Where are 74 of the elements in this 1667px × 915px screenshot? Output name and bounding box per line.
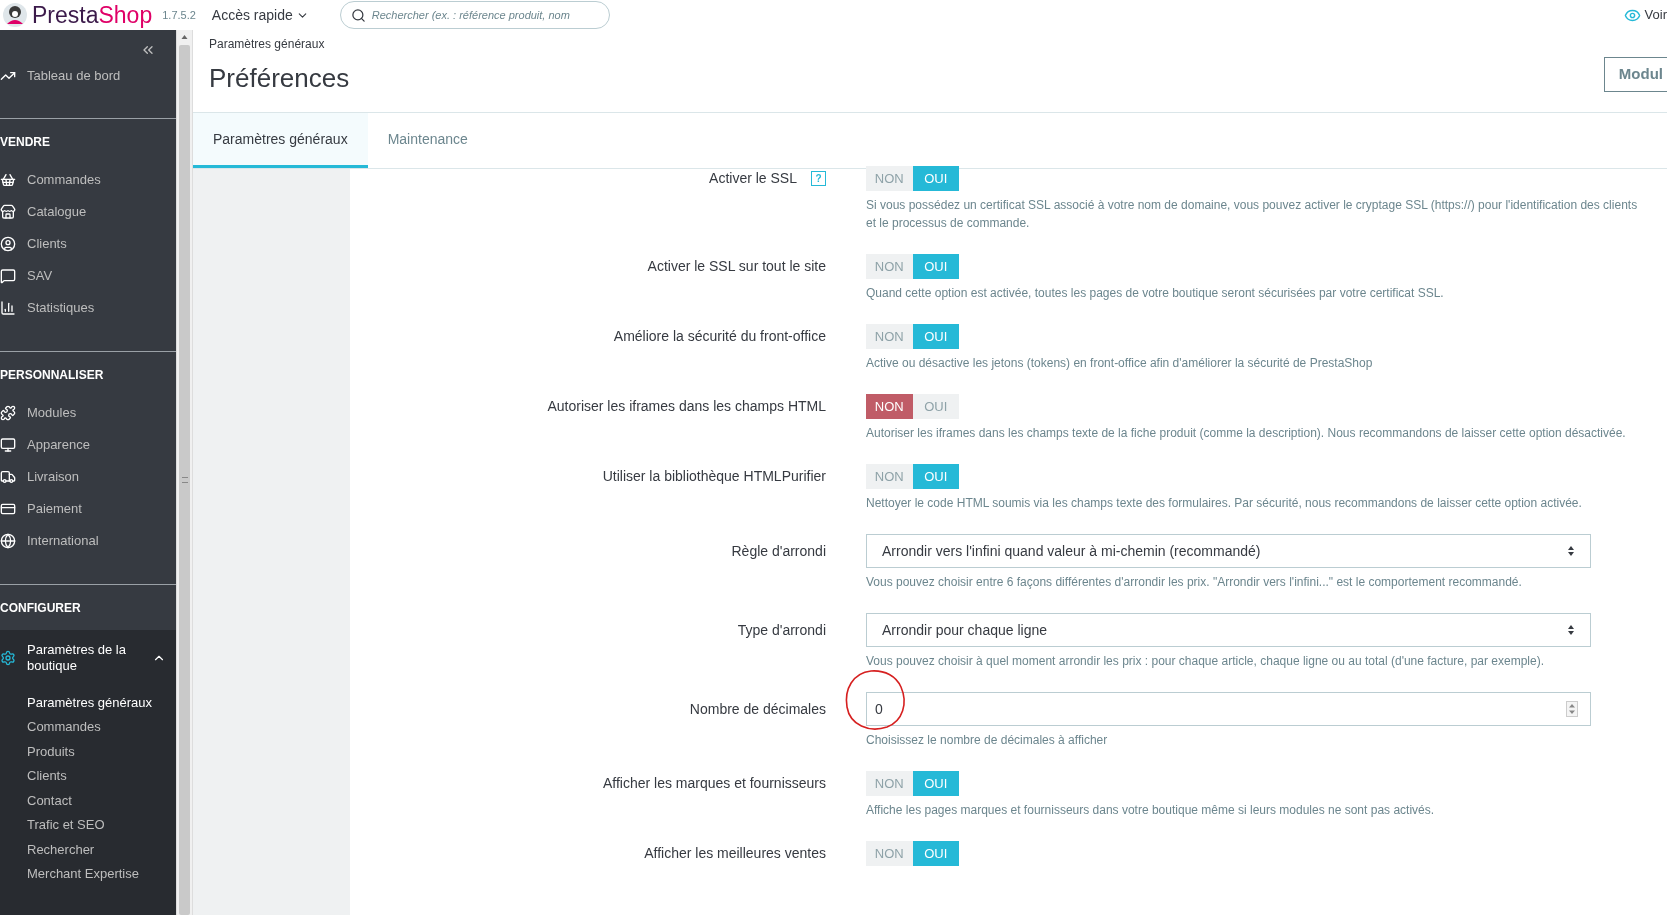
search-icon [350,7,366,23]
scroll-up-icon[interactable] [180,33,189,41]
section-title: CONFIGURER [0,599,82,617]
help-text: Active ou désactive les jetons (tokens) en front-office afin d'améliorer la sécurité de PrestaShop [866,355,1374,372]
logo[interactable]: PrestaShop [32,3,153,27]
submenu-item[interactable]: Rechercher [0,837,176,862]
sidebar-item[interactable]: Paiement [0,493,176,525]
sort-icon [1567,545,1575,557]
sidebar-item[interactable]: Paramètres de la boutique [0,630,176,686]
tab[interactable]: Maintenance [367,113,488,168]
section-title: VENDRE [0,133,51,151]
field-label: Afficher les meilleures ventes [644,844,826,863]
field-label: Afficher les marques et fournisseurs [602,774,826,793]
stepper-icon[interactable] [1566,701,1578,717]
sidebar-item[interactable]: Tableau de bord [0,60,176,92]
gear-icon [0,650,16,666]
quick-access-menu[interactable]: Accès rapide [211,4,309,26]
field-label: Nombre de décimales [689,699,826,719]
tab[interactable]: Paramètres généraux [193,113,368,168]
select-field[interactable]: Arrondir pour chaque ligne [866,613,1591,647]
field-label: Autoriser les iframes dans les champs HTML [547,397,826,416]
user-icon [0,236,16,252]
sidebar-item[interactable]: Modules [0,397,176,429]
card-icon [0,501,16,517]
help-text: Vous pouvez choisir à quel moment arrondir les prix : pour chaque article, chaque ligne ou au total (d'une facture, par exemple). [866,653,1545,670]
sidebar-item[interactable]: Statistiques [0,292,176,324]
sidebar-item[interactable]: Apparence [0,429,176,461]
help-text: Si vous possédez un certificat SSL associé à votre nom de domaine, vous pouvez activer le cryptage SSL (https://) pour l'identification des clients et le processus de commande. [866,197,1639,232]
submenu-item[interactable]: Clients [0,763,176,788]
version-label: 1.7.5.2 [162,7,196,23]
number-field[interactable]: 0 [866,692,1591,726]
search-input[interactable]: Rechercher (ex. : référence produit, nom [371,6,599,24]
field-label: Type d'arrondi [737,620,826,640]
submenu-item[interactable]: Trafic et SEO [0,812,176,837]
submenu-item[interactable]: Commandes [0,714,176,739]
sidebar-item[interactable]: International [0,525,176,557]
help-text: Quand cette option est activée, toutes les pages de votre boutique seront sécurisées par votre certificat SSL. [866,285,1445,302]
submenu-item[interactable]: Produits [0,739,176,764]
section-title: PERSONNALISER [0,366,105,384]
toggle-switch[interactable]: NON OUI [866,394,959,419]
help-text: Affiche les pages marques et fournisseurs dans votre boutique même si leurs modules ne sont pas activés. [866,802,1436,819]
field-label: Règle d'arrondi [731,541,826,561]
view-shop-link[interactable]: Voir [1644,5,1667,25]
puzzle-icon [0,405,16,421]
sort-icon [1567,624,1575,636]
field-label: Utiliser la bibliothèque HTMLPurifier [602,467,826,486]
select-field[interactable]: Arrondir vers l'infini quand valeur à mi-chemin (recommandé) [866,534,1591,568]
basket-icon [0,172,16,188]
switch-option[interactable]: NON [866,394,913,419]
modules-button[interactable]: Modul [1603,57,1667,92]
help-text: Nettoyer le code HTML soumis via les champs texte des formulaires. Par sécurité, nous recommandons de laisser cette option activée. [866,495,1583,512]
sidebar-item[interactable]: Livraison [0,461,176,493]
help-text: Autoriser les iframes dans les champs texte de la fiche produit (comme la description). Nous recommandons de laisser cette option désactivée. [866,425,1627,442]
sidebar-item[interactable]: Commandes [0,164,176,196]
scrollbar[interactable] [176,30,193,915]
help-text: Choisissez le nombre de décimales à afficher [866,732,1109,749]
submenu-item[interactable]: Paramètres généraux [0,690,176,715]
bar-chart-icon [0,300,16,316]
sidebar-item[interactable]: Clients [0,228,176,260]
submenu-item[interactable]: Merchant Expertise [0,861,176,886]
truck-icon [0,469,16,485]
chat-icon [0,268,16,284]
store-icon [0,204,16,220]
sidebar-item[interactable]: Catalogue [0,196,176,228]
field-label: Améliore la sécurité du front-office [613,327,826,346]
submenu-item[interactable]: Contact [0,788,176,813]
page-title: Préférences [209,62,350,95]
help-text: Vous pouvez choisir entre 6 façons différentes d'arrondir les prix. "Arrondir vers l'infini..." est le comportement recommandé. [866,574,1523,591]
breadcrumb[interactable]: Paramètres généraux [209,35,350,53]
sidebar-item[interactable]: SAV [0,260,176,292]
monitor-icon [0,437,16,453]
field-label: Activer le SSL [709,169,797,188]
globe-icon [0,533,16,549]
field-label: Activer le SSL sur tout le site [647,257,826,276]
